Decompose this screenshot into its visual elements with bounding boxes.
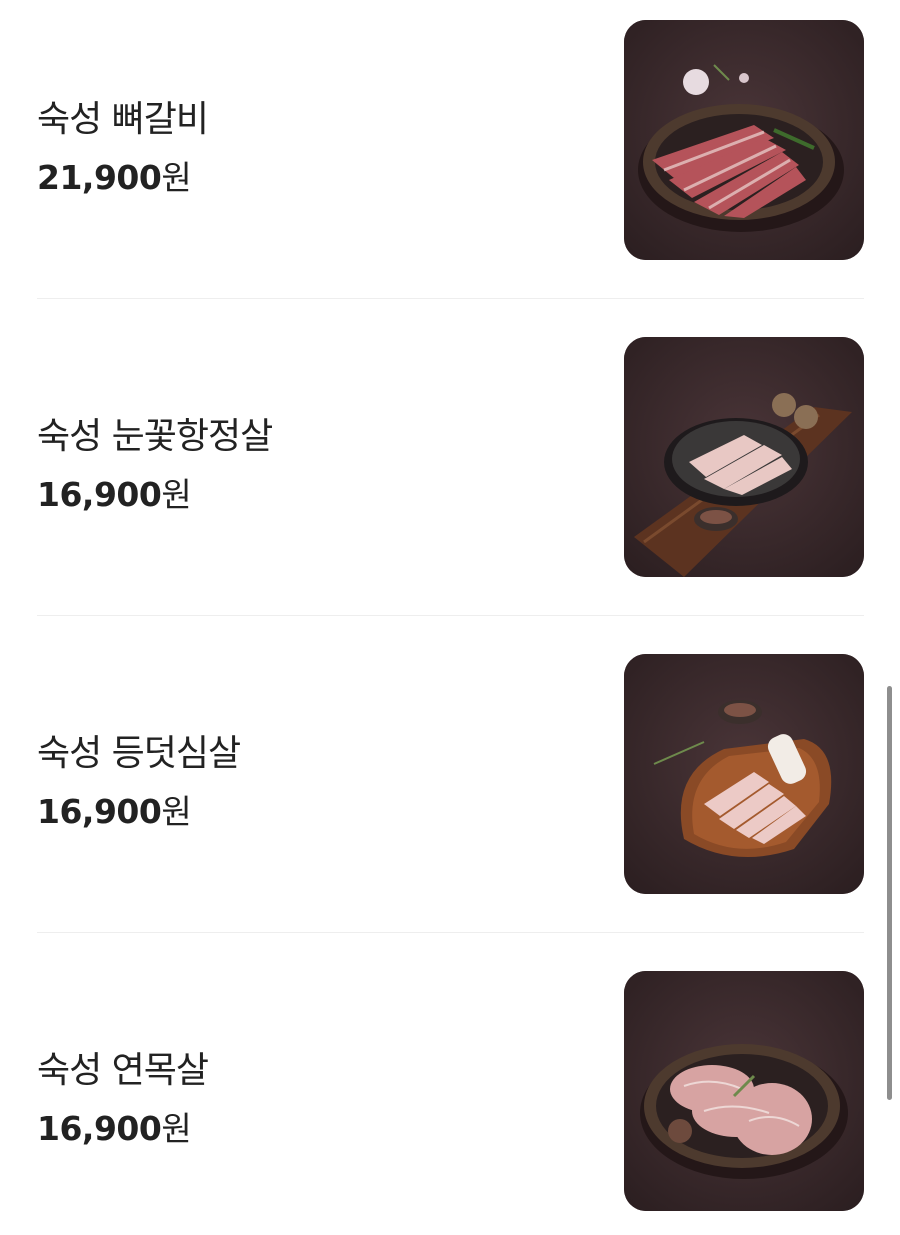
menu-item-text: 숙성 눈꽃항정살 16,900원 bbox=[37, 337, 597, 577]
menu-item-name: 숙성 눈꽃항정살 bbox=[37, 416, 273, 457]
menu-item-price: 16,900원 bbox=[37, 468, 192, 516]
menu-item-photo[interactable] bbox=[624, 971, 864, 1211]
pork-neck-plate-photo-icon bbox=[624, 971, 864, 1211]
menu-item-price: 16,900원 bbox=[37, 1102, 192, 1150]
pork-rib-plate-photo-icon bbox=[624, 20, 864, 260]
menu-item-photo[interactable] bbox=[624, 337, 864, 577]
pork-jowl-bowl-photo-icon bbox=[624, 337, 864, 577]
scrollbar[interactable] bbox=[887, 686, 892, 1100]
menu-item-tender-neck[interactable]: 숙성 연목살 16,900원 bbox=[37, 971, 864, 1211]
price-unit: 원 bbox=[161, 792, 192, 831]
price-unit: 원 bbox=[161, 1109, 192, 1148]
menu-item-name: 숙성 연목살 bbox=[37, 1050, 209, 1091]
divider bbox=[37, 932, 864, 933]
price-unit: 원 bbox=[161, 158, 192, 197]
price-unit: 원 bbox=[161, 475, 192, 514]
price-number: 21,900 bbox=[37, 158, 162, 197]
menu-item-price: 16,900원 bbox=[37, 785, 192, 833]
menu-item-name: 숙성 뼈갈비 bbox=[37, 99, 209, 140]
pork-loin-board-photo-icon bbox=[624, 654, 864, 894]
menu-item-photo[interactable] bbox=[624, 654, 864, 894]
menu-item-name: 숙성 등덧심살 bbox=[37, 733, 241, 774]
price-number: 16,900 bbox=[37, 792, 162, 831]
menu-item-photo[interactable] bbox=[624, 20, 864, 260]
menu-item-bone-rib[interactable]: 숙성 뼈갈비 21,900원 bbox=[37, 20, 864, 260]
menu-item-text: 숙성 뼈갈비 21,900원 bbox=[37, 20, 597, 260]
menu-item-text: 숙성 등덧심살 16,900원 bbox=[37, 654, 597, 894]
divider bbox=[37, 298, 864, 299]
menu-item-text: 숙성 연목살 16,900원 bbox=[37, 971, 597, 1211]
price-number: 16,900 bbox=[37, 1109, 162, 1148]
divider bbox=[37, 615, 864, 616]
menu-item-price: 21,900원 bbox=[37, 151, 192, 199]
price-number: 16,900 bbox=[37, 475, 162, 514]
menu-list: 숙성 뼈갈비 21,900원 숙성 눈꽃항정살 16,900원 숙성 등덧심살 … bbox=[0, 0, 900, 1235]
menu-item-snowflake-jowl[interactable]: 숙성 눈꽃항정살 16,900원 bbox=[37, 337, 864, 577]
menu-item-back-loin[interactable]: 숙성 등덧심살 16,900원 bbox=[37, 654, 864, 894]
